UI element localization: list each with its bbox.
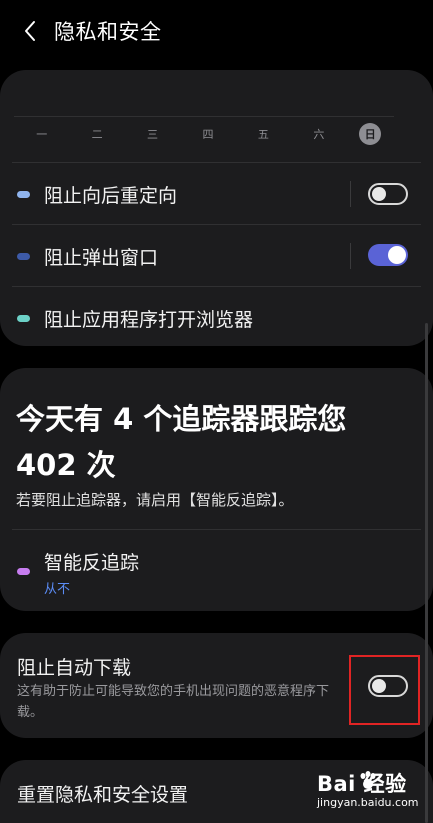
auto-download-title: 阻止自动下载 (17, 657, 132, 679)
legend-dot (17, 314, 30, 322)
vertical-separator (350, 243, 351, 269)
screen: 隐私和安全 一 二 三 四 五 六 日 阻止向后重定向 阻止弹出窗口 阻止应用程… (0, 0, 433, 823)
weekday-thu: 四 (202, 128, 214, 141)
tracker-card: 今天有 4 个追踪器跟踪您 402 次 若要阻止追踪器，请启用【智能反追踪】。 … (0, 368, 433, 611)
setting-label: 阻止应用程序打开浏览器 (44, 308, 254, 331)
vertical-separator (350, 181, 351, 207)
legend-dot (17, 190, 30, 198)
setting-label: 阻止弹出窗口 (44, 246, 159, 269)
tracker-hint: 若要阻止追踪器，请启用【智能反追踪】。 (16, 491, 294, 509)
weekday-tue: 二 (91, 128, 103, 141)
smart-anti-tracking-item[interactable]: 智能反追踪 从不 (0, 542, 433, 598)
weekday-sat: 六 (313, 128, 325, 141)
weekday-wed: 三 (147, 128, 159, 141)
tracker-summary: 今天有 4 个追踪器跟踪您 402 次 (16, 402, 347, 482)
anti-tracking-label: 智能反追踪 (44, 552, 140, 574)
toggle-knob (372, 187, 386, 201)
anti-tracking-status: 从不 (44, 582, 71, 597)
legend-dot (17, 568, 30, 575)
divider (12, 529, 421, 530)
reset-privacy-settings: 重置隐私和安全设置 (17, 784, 189, 806)
baidu-watermark: Bai 经验 jingyan.baidu.com (313, 768, 425, 816)
setting-label: 阻止向后重定向 (44, 184, 178, 207)
block-redirect-toggle[interactable] (368, 183, 408, 205)
setting-row-block-popups[interactable]: 阻止弹出窗口 (0, 225, 433, 287)
auto-download-description: 这有助于防止可能导致您的手机出现问题的恶意程序下载。 (17, 684, 330, 720)
weekday-sun-selected[interactable]: 日 (359, 123, 382, 145)
scrollbar[interactable] (425, 323, 428, 823)
weekday-mon: 一 (36, 128, 48, 141)
setting-row-block-redirect[interactable]: 阻止向后重定向 (0, 163, 433, 225)
weekday-row: 一 二 三 四 五 六 日 (14, 122, 394, 146)
block-settings-card: 一 二 三 四 五 六 日 阻止向后重定向 阻止弹出窗口 阻止应用程序打开浏览器 (0, 70, 433, 346)
chevron-left-icon (25, 21, 35, 41)
watermark-url: jingyan.baidu.com (317, 796, 419, 809)
back-button[interactable] (10, 11, 50, 51)
weekday-fri: 五 (257, 128, 269, 141)
paw-icon (360, 771, 376, 789)
page-title: 隐私和安全 (54, 20, 162, 44)
block-popups-toggle[interactable] (368, 244, 408, 266)
setting-row-block-app-open-browser[interactable]: 阻止应用程序打开浏览器 (0, 287, 433, 349)
app-bar: 隐私和安全 (0, 0, 433, 62)
chart-baseline (14, 116, 394, 117)
toggle-knob (388, 246, 406, 264)
highlight-annotation (349, 655, 420, 725)
legend-dot (17, 252, 30, 260)
